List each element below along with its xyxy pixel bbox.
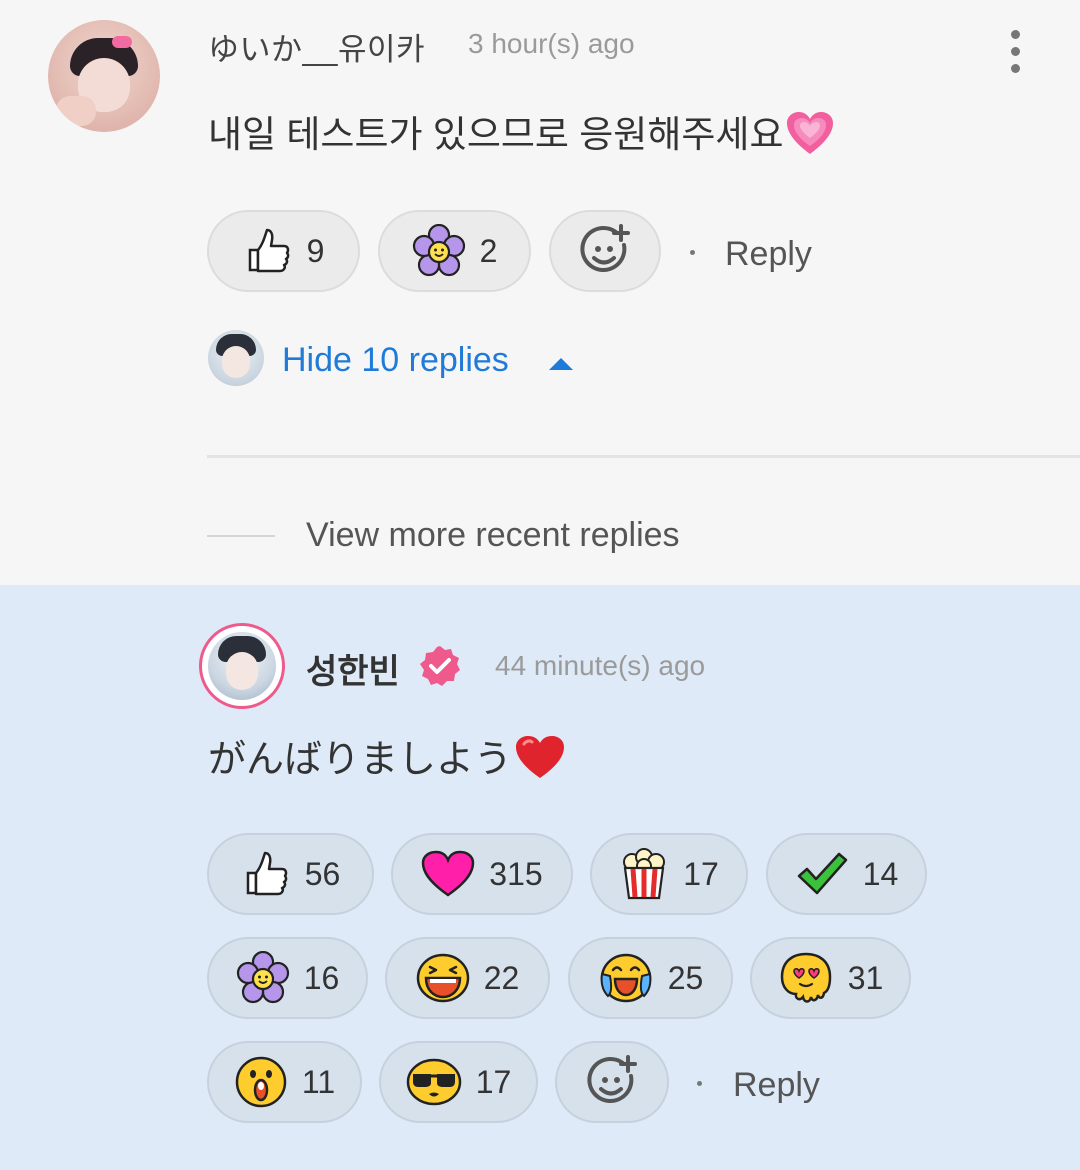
artist-avatar[interactable] [208,632,276,700]
reaction-count: 56 [304,855,341,892]
reply-button[interactable]: Reply [733,1066,820,1105]
reaction-popcorn[interactable]: 17 [590,833,748,915]
crying-laughing-face-icon [598,952,654,1004]
reaction-count: 22 [483,959,520,996]
reaction-laughing[interactable]: 22 [385,937,550,1019]
reaction-count: 9 [306,232,325,269]
reaction-surprised[interactable]: 11 [207,1041,362,1123]
reaction-thumbs-up[interactable]: 9 [207,210,360,292]
view-more-replies-link[interactable]: View more recent replies [306,516,680,555]
hide-replies-link[interactable]: Hide 10 replies [282,341,509,380]
heart-eyes-melting-face-icon [778,951,834,1005]
reaction-heart-eyes[interactable]: 31 [750,937,911,1019]
comment-body: 내일 테스트가 있으므로 응원해주세요 [208,114,784,155]
reaction-count: 17 [683,855,719,892]
reply-body: がんばりましよう [208,739,513,781]
sunglasses-face-icon [406,1057,462,1107]
comment-timestamp: 3 hour(s) ago [468,28,635,59]
reaction-count: 2 [479,232,498,269]
thread-line [207,535,275,537]
reaction-count: 17 [475,1063,512,1100]
purple-flower-icon [412,224,466,278]
commenter-username[interactable]: ゆいか__유이카 [208,24,425,69]
add-reaction-button[interactable] [549,210,661,292]
popcorn-icon [619,848,669,900]
verified-badge-icon [419,645,461,687]
pink-heart-icon [421,850,475,898]
reply-timestamp: 44 minute(s) ago [495,650,706,681]
reaction-count: 315 [489,855,543,892]
reply-button[interactable]: Reply [725,235,812,274]
reaction-count: 11 [301,1063,336,1100]
reaction-flower[interactable]: 16 [207,937,368,1019]
more-options-icon[interactable] [1004,28,1028,78]
reaction-heart[interactable]: 315 [391,833,573,915]
reaction-crying-laughing[interactable]: 25 [568,937,733,1019]
growing-heart-icon [785,110,835,165]
reaction-thumbs-up[interactable]: 56 [207,833,374,915]
separator-dot [697,1081,702,1086]
laughing-face-icon [416,952,470,1004]
red-heart-icon [514,734,566,790]
reaction-count: 31 [847,959,884,996]
divider [207,455,1080,458]
add-reaction-icon [584,1054,640,1110]
surprised-face-icon [234,1055,288,1109]
purple-flower-icon [236,951,290,1005]
reaction-count: 25 [667,959,704,996]
reply-text: がんばりましよう [208,728,566,790]
commenter-avatar[interactable] [48,20,160,132]
add-reaction-icon [577,223,633,279]
reaction-sunglasses[interactable]: 17 [379,1041,538,1123]
artist-username[interactable]: 성한빈 [306,644,400,693]
thumbs-up-icon [241,849,291,899]
reaction-flower[interactable]: 2 [378,210,531,292]
reaction-count: 14 [862,855,899,892]
reaction-count: 16 [303,959,340,996]
separator-dot [690,250,695,255]
caret-up-icon[interactable] [549,358,573,370]
replier-avatar [208,330,264,386]
thumbs-up-icon [243,226,293,276]
add-reaction-button[interactable] [555,1041,669,1123]
green-check-icon [795,850,849,898]
reaction-check[interactable]: 14 [766,833,927,915]
comment-text: 내일 테스트가 있으므로 응원해주세요 [208,104,835,165]
